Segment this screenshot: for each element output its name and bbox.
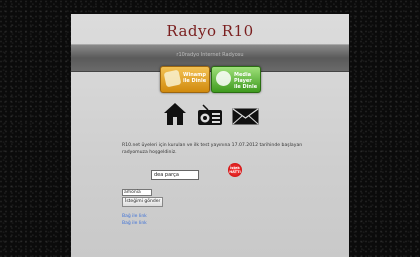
media-player-label: Media Player ile Dinle [234,72,258,90]
radio-icon[interactable] [197,104,223,126]
request-line-badge: İstek HATTI [228,163,242,177]
media-player-icon [216,71,231,86]
description-text: R10.net üyeleri için kurulan ve ilk test… [122,143,303,155]
footer-link[interactable]: Bağ ile link [122,221,147,226]
send-request-button[interactable]: İsteğimi gönder [122,197,164,207]
site-title: Radyo R10 [166,22,254,40]
winamp-icon [163,69,182,88]
winamp-listen-button[interactable]: Winamp ile Dinle [160,66,210,93]
listener-name-field[interactable]: amonia [122,189,152,196]
media-player-listen-button[interactable]: Media Player ile Dinle [211,66,261,93]
mail-icon[interactable] [232,108,259,125]
header-bar-text: r10radyo Internet Radyosu [176,52,244,58]
home-icon[interactable] [163,102,187,126]
footer-link[interactable]: Bağ ile link [122,214,147,219]
page-container: Radyo R10 r10radyo Internet Radyosu Wina… [71,14,349,257]
winamp-label: Winamp ile Dinle [183,72,207,84]
song-name-field[interactable]: dea parça [151,170,199,180]
header-bar: r10radyo Internet Radyosu [71,44,349,72]
